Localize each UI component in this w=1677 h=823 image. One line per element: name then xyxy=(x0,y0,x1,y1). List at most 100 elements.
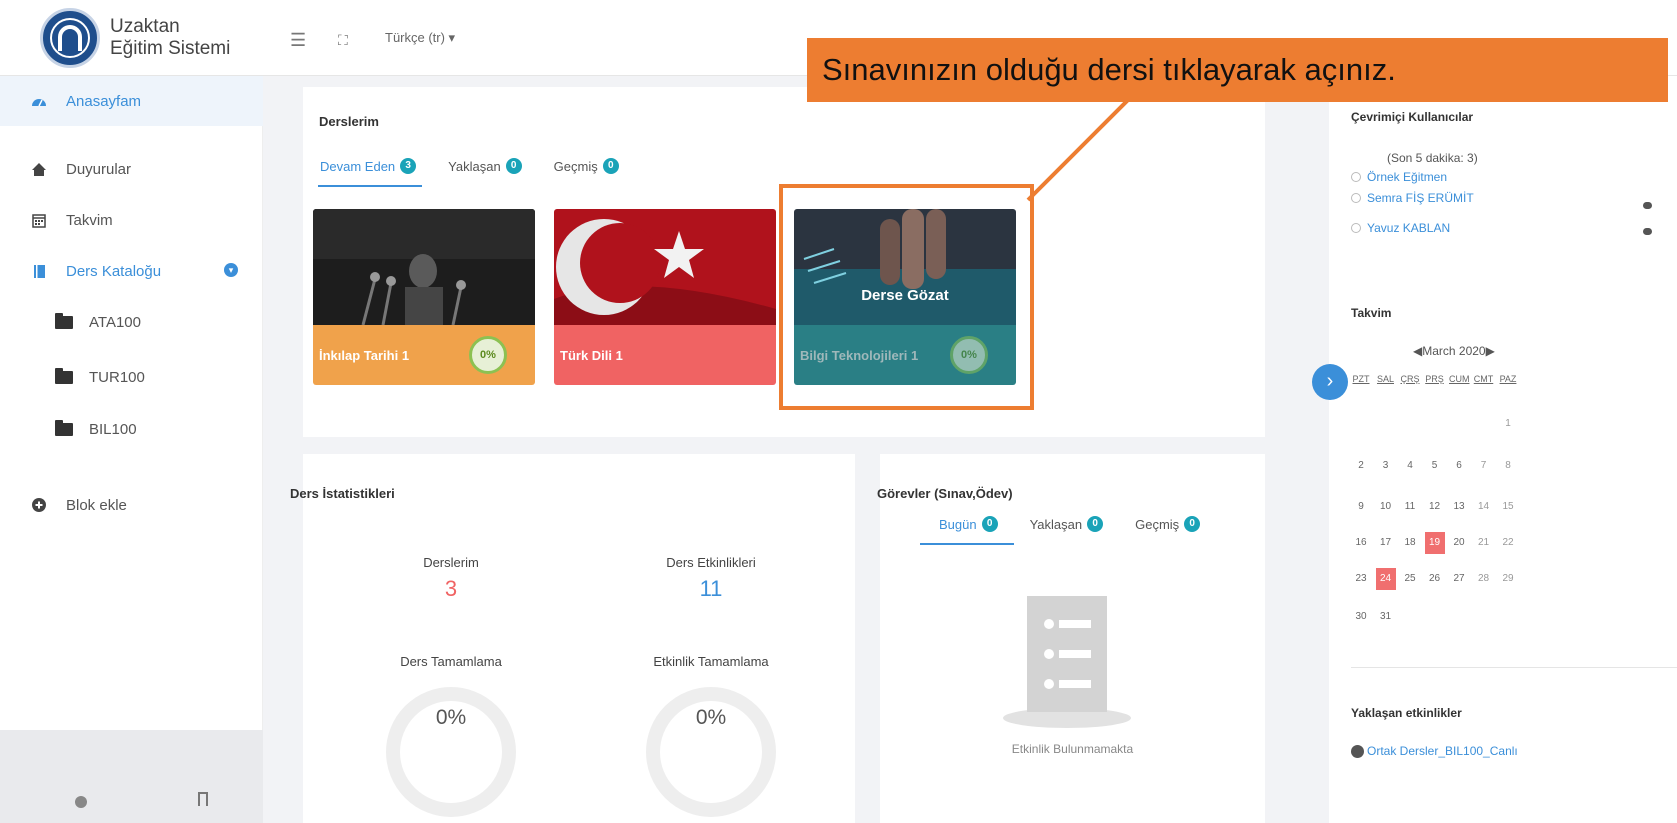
empty-state-text: Etkinlik Bulunmamakta xyxy=(1011,742,1134,756)
tab-past[interactable]: Geçmiş 0 xyxy=(554,153,619,179)
calendar-week: 30 31 xyxy=(1355,611,1392,622)
calendar-week: 2345678 xyxy=(1358,460,1511,471)
online-users-title: Çevrimiçi Kullanıcılar xyxy=(1351,110,1474,124)
empty-list-icon xyxy=(1003,596,1131,733)
course-card-inkilap[interactable]: İnkılap Tarihi 1 0% xyxy=(313,209,535,385)
course-card-turk-dili[interactable]: Türk Dili 1 xyxy=(554,209,776,385)
course-image xyxy=(313,209,535,326)
progress-circle: 0% xyxy=(469,336,507,374)
user-icon xyxy=(1351,172,1361,182)
calendar-weekday-row: PZT SAL ÇRŞ PRŞ CUM CMT PAZ xyxy=(1352,374,1517,384)
sidebar-item-label: Anasayfam xyxy=(66,92,142,110)
calendar-day[interactable]: 1 xyxy=(1498,413,1518,435)
home-icon xyxy=(30,161,48,177)
tab-active-indicator xyxy=(318,185,422,187)
message-icon[interactable] xyxy=(1643,202,1652,209)
online-user[interactable]: Semra FİŞ ERÜMİT xyxy=(1351,191,1474,205)
user-icon xyxy=(1351,193,1361,203)
language-selector[interactable]: Türkçe (tr) ▾ xyxy=(385,30,455,46)
course-name: İnkılap Tarihi 1 xyxy=(319,347,410,363)
annotation-callout: Sınavınızın olduğu dersi tıklayarak açın… xyxy=(807,38,1668,102)
book-icon xyxy=(30,263,48,279)
fullscreen-icon[interactable]: ⛶ xyxy=(338,32,348,49)
calendar-week: 9 10 11 12 13 14 15 xyxy=(1358,501,1514,512)
university-seal-icon xyxy=(40,8,100,68)
tasks-card: Görevler (Sınav,Ödev) Bugün 0 Yaklaşan 0 G… xyxy=(877,454,1265,823)
calendar-title: Takvim xyxy=(1351,306,1392,320)
logo-line2: Eğitim Sistemi xyxy=(110,38,231,59)
chevron-down-icon[interactable]: ▾ xyxy=(224,263,238,277)
course-tabs: Devam Eden 3 Yaklaşan 0 Geçmiş 0 xyxy=(320,153,651,179)
add-block-button[interactable]: Blok ekle xyxy=(0,480,263,530)
course-stats-card: Ders İstatistikleri Derslerim 3 Ders Etk… xyxy=(290,454,855,823)
my-courses-label: Derslerim xyxy=(423,555,479,570)
calendar-week: 1 xyxy=(1351,413,1523,435)
calendar-week: 16 17 18 19 20 21 22 xyxy=(1351,532,1523,554)
calendar-icon xyxy=(30,212,48,228)
calendar-month-nav[interactable]: ◀March 2020▶ xyxy=(1413,344,1495,358)
logout-icon[interactable] xyxy=(198,792,208,806)
course-name: Türk Dili 1 xyxy=(560,347,623,363)
chevron-right-icon[interactable]: › xyxy=(1312,364,1348,400)
user-icon[interactable] xyxy=(75,796,87,808)
task-tabs: Bugün 0 Yaklaşan 0 Geçmiş 0 xyxy=(939,511,1232,537)
tab-active-indicator xyxy=(920,543,1014,545)
count-badge: 0 xyxy=(1184,516,1201,532)
upcoming-event-item[interactable]: Ortak Dersler_BIL100_Canlı xyxy=(1351,744,1518,758)
calendar-week: 23 24 25 26 27 28 29 xyxy=(1351,568,1523,590)
sidebar-course-label: TUR100 xyxy=(89,368,145,386)
sidebar-item-announcements[interactable]: Duyurular xyxy=(0,144,263,194)
online-user[interactable]: Yavuz KABLAN xyxy=(1351,221,1450,235)
dashboard-icon xyxy=(30,93,48,109)
activities-label: Ders Etkinlikleri xyxy=(666,555,756,570)
stats-title: Ders İstatistikleri xyxy=(290,486,395,501)
logo-line1: Uzaktan xyxy=(110,16,180,37)
folder-icon xyxy=(55,367,73,384)
count-badge: 3 xyxy=(400,158,417,174)
course-icon xyxy=(1351,744,1364,758)
activity-completion-label: Etkinlik Tamamlama xyxy=(653,654,769,669)
tasks-title: Görevler (Sınav,Ödev) xyxy=(877,486,1013,501)
highlight-box xyxy=(779,184,1034,410)
sidebar-course-ata100[interactable]: ATA100 xyxy=(0,297,263,347)
tab-ongoing[interactable]: Devam Eden 3 xyxy=(320,153,417,179)
tab-upcoming-tasks[interactable]: Yaklaşan 0 xyxy=(1030,511,1104,537)
count-badge: 0 xyxy=(505,158,522,174)
folder-icon xyxy=(55,312,73,329)
sidebar-item-dashboard[interactable]: Anasayfam xyxy=(0,76,263,126)
hamburger-icon[interactable]: ☰ xyxy=(290,30,306,51)
calendar-day-event[interactable]: 19 xyxy=(1424,532,1445,554)
sidebar-item-calendar[interactable]: Takvim xyxy=(0,195,263,245)
message-icon[interactable] xyxy=(1643,228,1652,235)
course-footer: İnkılap Tarihi 1 0% xyxy=(313,325,535,385)
sidebar: Anasayfam Duyurular Takvim Ders Kataloğu… xyxy=(0,76,263,823)
sidebar-course-tur100[interactable]: TUR100 xyxy=(0,352,263,402)
count-badge: 0 xyxy=(602,158,619,174)
online-users-subtitle: (Son 5 dakika: 3) xyxy=(1387,151,1478,165)
user-icon xyxy=(1351,223,1361,233)
sidebar-item-label: Duyurular xyxy=(66,160,132,178)
activity-completion-value: 0% xyxy=(695,706,727,729)
course-image xyxy=(554,209,776,325)
tab-upcoming[interactable]: Yaklaşan 0 xyxy=(448,153,522,179)
divider xyxy=(1351,667,1677,668)
sidebar-footer xyxy=(0,730,263,823)
site-logo[interactable]: Uzaktan Eğitim Sistemi xyxy=(40,4,270,72)
course-completion-label: Ders Tamamlama xyxy=(400,654,502,669)
upcoming-events-title: Yaklaşan etkinlikler xyxy=(1351,706,1462,720)
calendar-day-event[interactable]: 24 xyxy=(1375,568,1396,590)
tab-today[interactable]: Bugün 0 xyxy=(939,511,998,537)
count-badge: 0 xyxy=(1087,516,1104,532)
count-badge: 0 xyxy=(981,516,998,532)
sidebar-course-bil100[interactable]: BIL100 xyxy=(0,404,263,454)
add-block-label: Blok ekle xyxy=(66,496,127,514)
sidebar-item-course-catalog[interactable]: Ders Kataloğu ▾ xyxy=(0,246,263,296)
online-user[interactable]: Örnek Eğitmen xyxy=(1351,170,1447,184)
plus-circle-icon xyxy=(30,497,48,513)
sidebar-course-label: BIL100 xyxy=(89,420,137,438)
tab-past-tasks[interactable]: Geçmiş 0 xyxy=(1135,511,1201,537)
course-completion-value: 0% xyxy=(435,706,467,729)
sidebar-item-label: Takvim xyxy=(66,211,113,229)
sidebar-course-label: ATA100 xyxy=(89,313,141,331)
folder-icon xyxy=(55,419,73,436)
